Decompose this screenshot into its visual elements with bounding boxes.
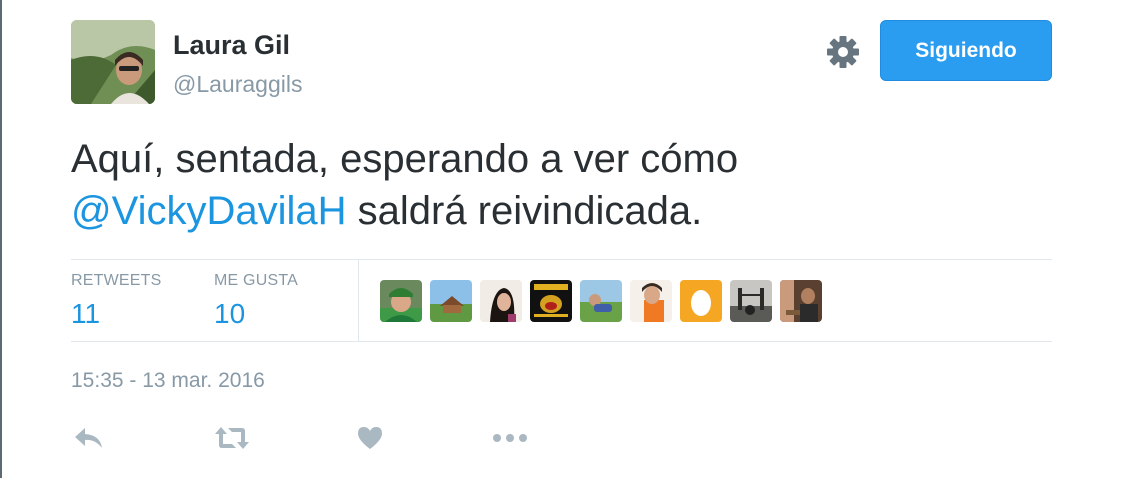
- retweets-count[interactable]: 11: [71, 298, 162, 330]
- avatar[interactable]: [71, 20, 155, 104]
- liker-avatar[interactable]: [580, 280, 622, 322]
- liker-avatar[interactable]: [480, 280, 522, 322]
- mention-link[interactable]: @VickyDavilaH: [71, 189, 347, 233]
- retweets-label: RETWEETS: [71, 272, 162, 289]
- tweet-text-start: Aquí, sentada, esperando a ver cómo: [71, 137, 739, 181]
- gear-icon[interactable]: [826, 35, 860, 69]
- liker-avatar[interactable]: [730, 280, 772, 322]
- divider: [71, 341, 1052, 342]
- user-handle[interactable]: @Lauraggils: [173, 71, 302, 98]
- liker-avatar[interactable]: [630, 280, 672, 322]
- stats-divider: [358, 260, 359, 341]
- user-name[interactable]: Laura Gil: [173, 30, 290, 61]
- retweet-icon[interactable]: [213, 424, 251, 452]
- likes-count[interactable]: 10: [214, 298, 298, 330]
- following-button[interactable]: Siguiendo: [880, 20, 1052, 81]
- likes-stat[interactable]: ME GUSTA 10: [214, 272, 298, 330]
- likes-label: ME GUSTA: [214, 272, 298, 289]
- liker-avatar[interactable]: [530, 280, 572, 322]
- reply-icon[interactable]: [72, 424, 106, 452]
- liker-avatar[interactable]: [780, 280, 822, 322]
- more-icon[interactable]: [492, 424, 528, 452]
- divider: [71, 259, 1052, 260]
- tweet-text: Aquí, sentada, esperando a ver cómo @Vic…: [71, 133, 1051, 237]
- window-left-edge: [0, 0, 2, 478]
- liker-avatar[interactable]: [430, 280, 472, 322]
- liker-avatar[interactable]: [380, 280, 422, 322]
- like-icon[interactable]: [356, 424, 384, 452]
- liker-avatar[interactable]: [680, 280, 722, 322]
- retweets-stat[interactable]: RETWEETS 11: [71, 272, 162, 330]
- tweet-timestamp[interactable]: 15:35 - 13 mar. 2016: [71, 369, 265, 393]
- tweet-text-end: saldrá reivindicada.: [346, 189, 703, 233]
